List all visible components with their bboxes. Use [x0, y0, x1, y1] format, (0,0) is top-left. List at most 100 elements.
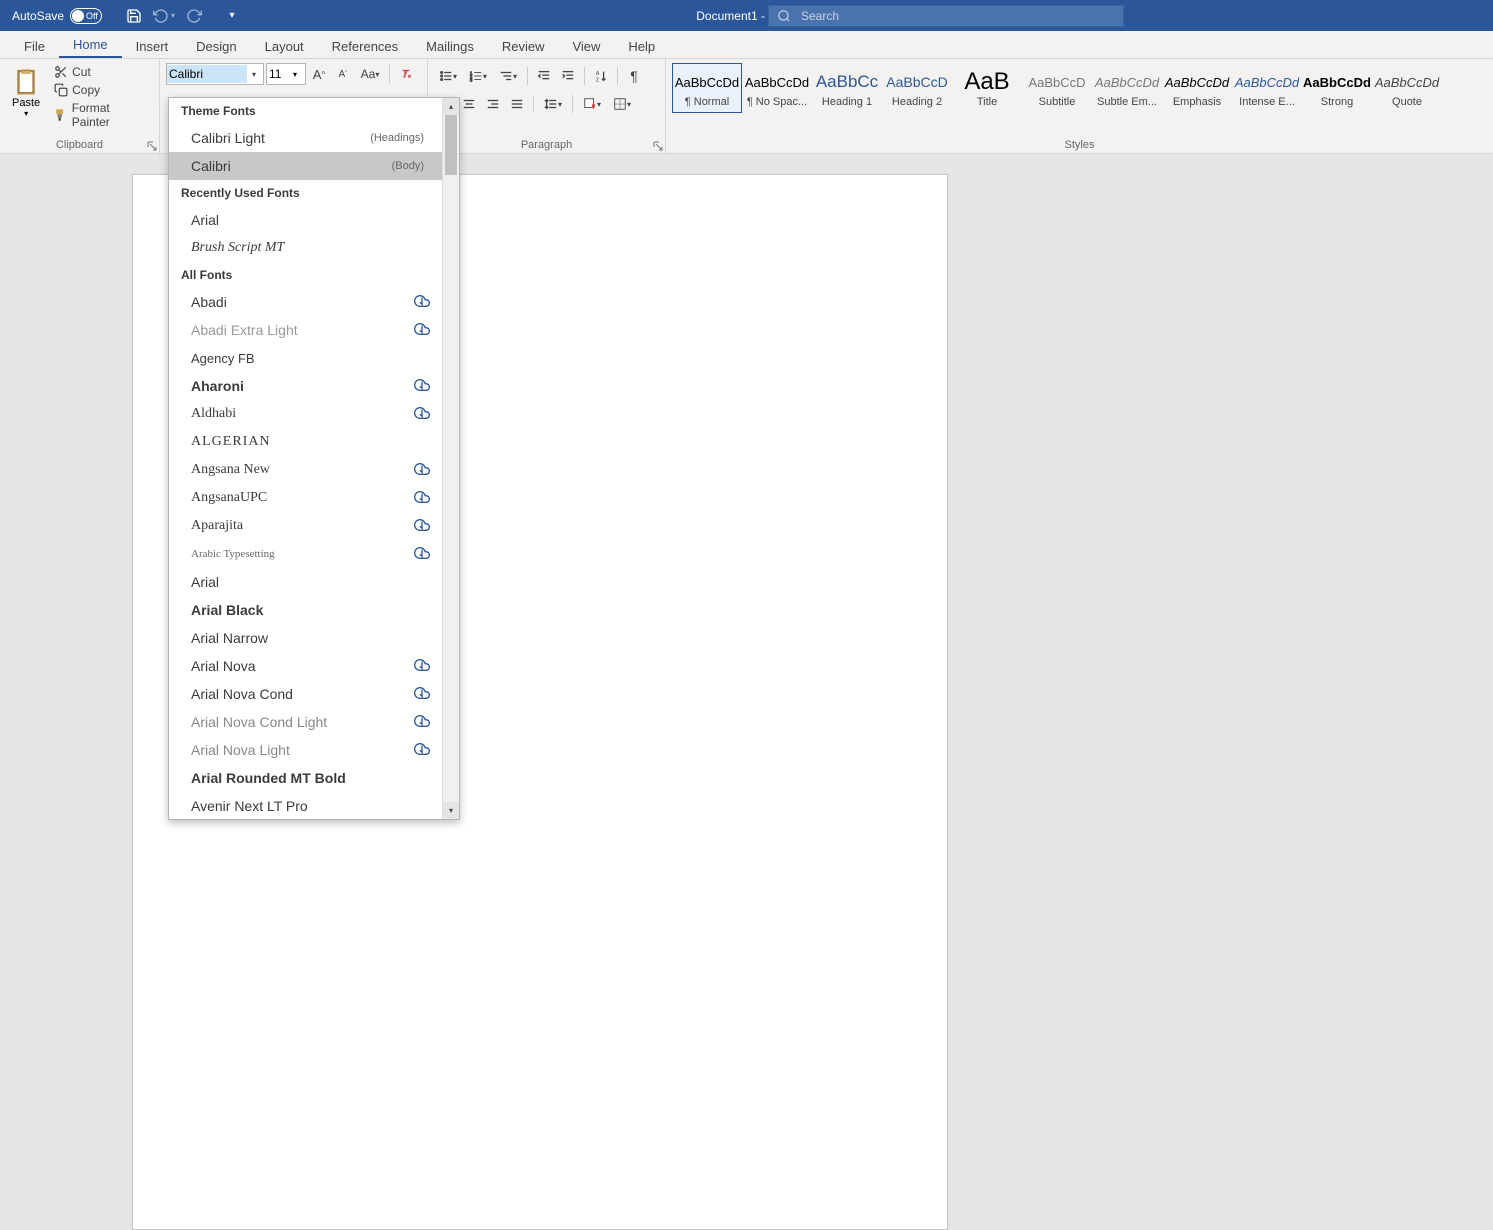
- cloud-download-icon[interactable]: [414, 713, 430, 732]
- font-item[interactable]: Aparajita: [169, 512, 442, 540]
- cloud-download-icon[interactable]: [414, 685, 430, 704]
- styles-gallery[interactable]: AaBbCcDd¶ NormalAaBbCcDd¶ No Spac...AaBb…: [672, 63, 1442, 113]
- font-name-input[interactable]: [167, 65, 247, 83]
- tab-layout[interactable]: Layout: [251, 35, 318, 58]
- search-input[interactable]: [801, 9, 1101, 23]
- font-item[interactable]: Brush Script MT: [169, 234, 442, 262]
- font-item[interactable]: Arial Black: [169, 596, 442, 624]
- clear-formatting-icon[interactable]: [395, 63, 417, 85]
- font-item[interactable]: Abadi Extra Light: [169, 316, 442, 344]
- chevron-down-icon[interactable]: ▾: [247, 70, 261, 79]
- font-item[interactable]: Calibri(Body): [169, 152, 442, 180]
- undo-icon[interactable]: ▾: [150, 2, 178, 30]
- copy-button[interactable]: Copy: [50, 81, 153, 99]
- paragraph-launcher-icon[interactable]: [653, 141, 663, 151]
- cloud-download-icon[interactable]: [414, 461, 430, 480]
- font-scrollbar[interactable]: ▴ ▾: [442, 98, 459, 819]
- font-item[interactable]: Arial Nova Light: [169, 736, 442, 764]
- style-item[interactable]: AaBbCcDdQuote: [1372, 63, 1442, 113]
- font-size-input[interactable]: [267, 67, 293, 81]
- font-item[interactable]: Calibri Light(Headings): [169, 124, 442, 152]
- style-item[interactable]: AaBbCcHeading 1: [812, 63, 882, 113]
- font-name-combo[interactable]: ▾: [166, 63, 264, 85]
- numbering-icon[interactable]: 123▾: [464, 65, 492, 87]
- sort-icon[interactable]: AZ: [590, 65, 612, 87]
- justify-icon[interactable]: [506, 93, 528, 115]
- grow-font-icon[interactable]: A^: [308, 63, 330, 85]
- shading-icon[interactable]: ▾: [578, 93, 606, 115]
- font-item[interactable]: AngsanaUPC: [169, 484, 442, 512]
- increase-indent-icon[interactable]: [557, 65, 579, 87]
- scroll-down-icon[interactable]: ▾: [443, 802, 459, 819]
- style-item[interactable]: AaBbCcDdEmphasis: [1162, 63, 1232, 113]
- shrink-font-icon[interactable]: Aˇ: [332, 63, 354, 85]
- tab-insert[interactable]: Insert: [122, 35, 183, 58]
- style-item[interactable]: AaBbCcDdSubtle Em...: [1092, 63, 1162, 113]
- font-item[interactable]: Angsana New: [169, 456, 442, 484]
- style-item[interactable]: AaBbCcDSubtitle: [1022, 63, 1092, 113]
- cloud-download-icon[interactable]: [414, 489, 430, 508]
- tab-help[interactable]: Help: [614, 35, 669, 58]
- font-item[interactable]: Arial: [169, 206, 442, 234]
- tab-review[interactable]: Review: [488, 35, 559, 58]
- multilevel-list-icon[interactable]: ▾: [494, 65, 522, 87]
- scroll-track[interactable]: [443, 115, 459, 802]
- cloud-download-icon[interactable]: [414, 321, 430, 340]
- style-item[interactable]: AaBbCcDd¶ No Spac...: [742, 63, 812, 113]
- tab-references[interactable]: References: [318, 35, 412, 58]
- toggle-switch[interactable]: Off: [70, 8, 102, 24]
- change-case-icon[interactable]: Aa▾: [356, 63, 384, 85]
- style-item[interactable]: AaBbCcDHeading 2: [882, 63, 952, 113]
- align-right-icon[interactable]: [482, 93, 504, 115]
- chevron-down-icon[interactable]: ▾: [293, 70, 297, 79]
- tab-home[interactable]: Home: [59, 33, 122, 58]
- font-item[interactable]: Arial: [169, 568, 442, 596]
- tab-view[interactable]: View: [558, 35, 614, 58]
- font-item[interactable]: Abadi: [169, 288, 442, 316]
- cloud-download-icon[interactable]: [414, 377, 430, 396]
- cloud-download-icon[interactable]: [414, 517, 430, 536]
- format-painter-button[interactable]: Format Painter: [50, 99, 153, 131]
- save-icon[interactable]: [120, 2, 148, 30]
- clipboard-launcher-icon[interactable]: [147, 141, 157, 151]
- cloud-download-icon[interactable]: [414, 741, 430, 760]
- cloud-download-icon[interactable]: [414, 657, 430, 676]
- scroll-up-icon[interactable]: ▴: [443, 98, 459, 115]
- style-item[interactable]: AaBbCcDdStrong: [1302, 63, 1372, 113]
- cloud-download-icon[interactable]: [414, 405, 430, 424]
- align-center-icon[interactable]: [458, 93, 480, 115]
- tab-file[interactable]: File: [10, 35, 59, 58]
- font-item[interactable]: Arial Narrow: [169, 624, 442, 652]
- borders-icon[interactable]: ▾: [608, 93, 636, 115]
- tab-design[interactable]: Design: [182, 35, 250, 58]
- font-list[interactable]: Theme FontsCalibri Light(Headings)Calibr…: [169, 98, 442, 819]
- font-item[interactable]: Arial Nova: [169, 652, 442, 680]
- font-item[interactable]: ALGERIAN: [169, 428, 442, 456]
- line-spacing-icon[interactable]: ▾: [539, 93, 567, 115]
- show-hide-icon[interactable]: ¶: [623, 65, 645, 87]
- decrease-indent-icon[interactable]: [533, 65, 555, 87]
- style-item[interactable]: AaBbCcDdIntense E...: [1232, 63, 1302, 113]
- font-item[interactable]: Aharoni: [169, 372, 442, 400]
- font-item[interactable]: Avenir Next LT Pro: [169, 792, 442, 819]
- font-item[interactable]: Agency FB: [169, 344, 442, 372]
- tab-mailings[interactable]: Mailings: [412, 35, 488, 58]
- cloud-download-icon[interactable]: [414, 293, 430, 312]
- font-item[interactable]: Arial Nova Cond Light: [169, 708, 442, 736]
- paste-button[interactable]: Paste ▾: [6, 63, 46, 120]
- font-item[interactable]: Aldhabi: [169, 400, 442, 428]
- font-item[interactable]: Arial Nova Cond: [169, 680, 442, 708]
- redo-icon[interactable]: [180, 2, 208, 30]
- style-item[interactable]: AaBbCcDd¶ Normal: [672, 63, 742, 113]
- qat-customize-icon[interactable]: ▾: [218, 2, 246, 30]
- bullets-icon[interactable]: ▾: [434, 65, 462, 87]
- search-box[interactable]: [768, 5, 1124, 27]
- scroll-thumb[interactable]: [445, 115, 457, 175]
- font-size-combo[interactable]: ▾: [266, 63, 306, 85]
- font-item[interactable]: Arial Rounded MT Bold: [169, 764, 442, 792]
- autosave-toggle[interactable]: AutoSave Off: [12, 8, 102, 24]
- font-item[interactable]: Arabic Typesetting: [169, 540, 442, 568]
- cut-button[interactable]: Cut: [50, 63, 153, 81]
- style-item[interactable]: AaBTitle: [952, 63, 1022, 113]
- cloud-download-icon[interactable]: [414, 545, 430, 564]
